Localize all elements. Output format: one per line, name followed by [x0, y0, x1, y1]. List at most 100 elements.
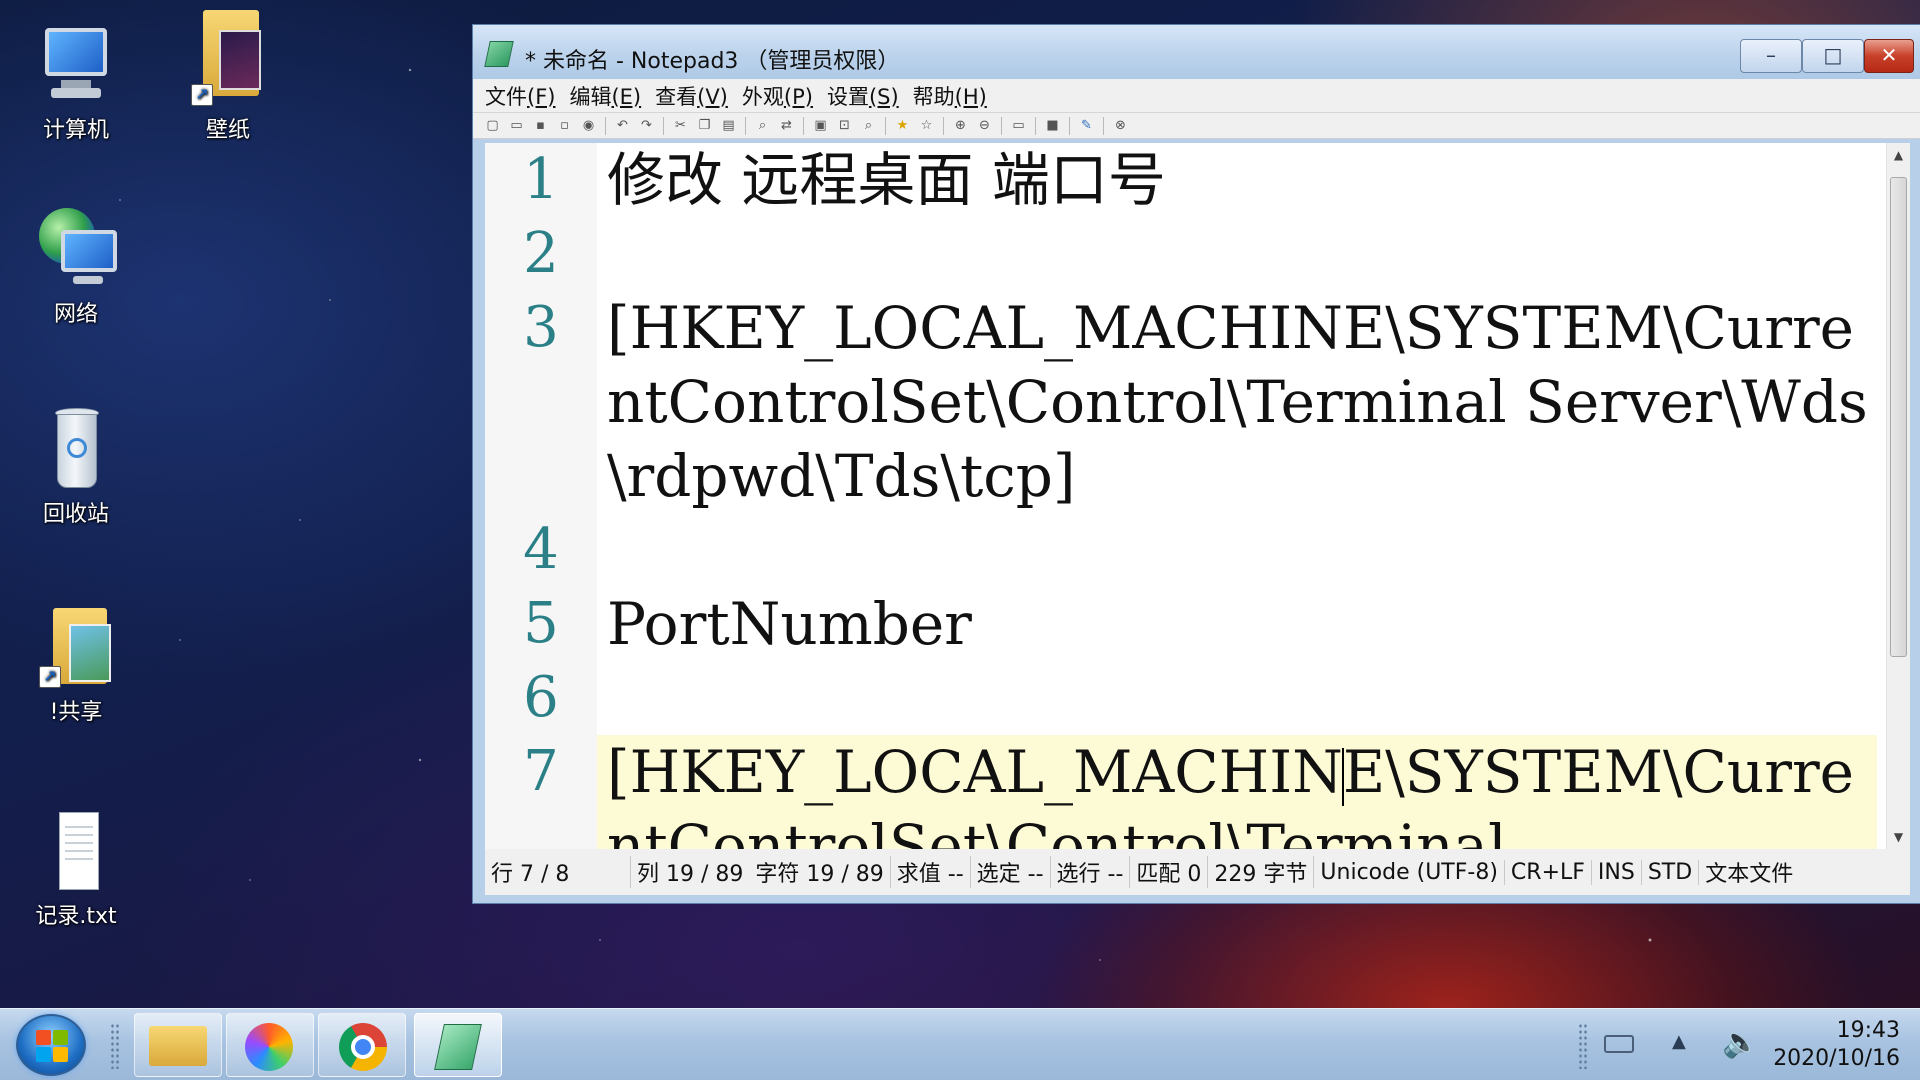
desktop-icon-text-file[interactable]: 记录.txt	[16, 808, 136, 930]
desktop-icon-label: 壁纸	[205, 118, 250, 143]
chrome-icon	[339, 1023, 387, 1071]
editor-line[interactable]: 5 PortNumber	[485, 587, 1901, 661]
status-file-type[interactable]: 文本文件	[1699, 856, 1799, 888]
copy-icon[interactable]: ❐	[695, 117, 714, 135]
zoom-in-icon[interactable]: ⊕	[951, 117, 970, 135]
cut-icon[interactable]: ✂	[671, 117, 690, 135]
customize-icon[interactable]: ■	[1043, 117, 1062, 135]
volume-icon[interactable]: 🔈	[1722, 1025, 1759, 1060]
redo-icon[interactable]: ↷	[637, 117, 656, 135]
desktop-icon-computer[interactable]: 计算机	[16, 22, 136, 144]
maximize-button[interactable]: □	[1802, 39, 1864, 73]
toolbar-separator	[803, 116, 804, 135]
keyboard-icon[interactable]	[1604, 1035, 1634, 1053]
vertical-scrollbar[interactable]: ▲ ▼	[1886, 143, 1910, 849]
scrollbar-thumb[interactable]	[1890, 177, 1907, 657]
search-icon[interactable]: ⌕	[859, 117, 878, 135]
find-next-icon[interactable]: ⊡	[835, 117, 854, 135]
shortcut-arrow-icon: ↗	[39, 666, 61, 688]
desktop-icon-wallpaper[interactable]: ↗ 壁纸	[168, 4, 288, 144]
menu-appearance[interactable]: 外观(P)	[742, 81, 813, 111]
recycle-bin-icon	[33, 406, 119, 492]
line-text[interactable]	[597, 513, 1877, 587]
menu-help[interactable]: 帮助(H)	[913, 81, 987, 111]
editor-line[interactable]: 4	[485, 513, 1901, 587]
word-wrap-icon[interactable]: ▣	[811, 117, 830, 135]
line-text[interactable]	[597, 217, 1877, 291]
tray-grip[interactable]	[1578, 1023, 1588, 1069]
zoom-out-icon[interactable]: ⊖	[975, 117, 994, 135]
status-encoding[interactable]: Unicode (UTF-8)	[1314, 859, 1505, 885]
close-button[interactable]: ✕	[1864, 39, 1914, 73]
save-icon[interactable]: ▪	[531, 117, 550, 135]
new-file-icon[interactable]: ▢	[483, 117, 502, 135]
desktop-icon-label: 回收站	[42, 502, 109, 527]
menu-edit[interactable]: 编辑(E)	[569, 81, 641, 111]
line-text[interactable]: 修改 远程桌面 端口号	[597, 143, 1877, 217]
save-as-icon[interactable]: ▫	[555, 117, 574, 135]
status-eol[interactable]: CR+LF	[1505, 859, 1592, 885]
line-text[interactable]: [HKEY_LOCAL_MACHINE\SYSTEM\CurrentContro…	[597, 735, 1877, 849]
editor-line-current[interactable]: 7 [HKEY_LOCAL_MACHINE\SYSTEM\CurrentCont…	[485, 735, 1901, 849]
system-clock[interactable]: 19:43 2020/10/16	[1773, 1017, 1900, 1073]
line-text[interactable]: [HKEY_LOCAL_MACHINE\SYSTEM\CurrentContro…	[597, 291, 1877, 513]
scroll-up-icon[interactable]: ▲	[1887, 143, 1910, 167]
taskbar-grip[interactable]	[110, 1023, 120, 1069]
desktop-icon-label: 计算机	[42, 118, 109, 143]
open-folder-icon[interactable]: ▭	[507, 117, 526, 135]
find-icon[interactable]: ⌕	[753, 117, 772, 135]
editor-line[interactable]: 2	[485, 217, 1901, 291]
toolbar-separator	[943, 116, 944, 135]
taskbar-chrome[interactable]	[318, 1013, 406, 1077]
browse-icon[interactable]: ◉	[579, 117, 598, 135]
editor-line[interactable]: 1 修改 远程桌面 端口号	[485, 143, 1901, 217]
desktop-icon-network[interactable]: 网络	[16, 206, 136, 328]
text-editor[interactable]: 1 修改 远程桌面 端口号 2 3 [HKEY_LOCAL_MACHINE\SY…	[485, 143, 1910, 849]
title-bar[interactable]: * 未命名 - Notepad3 （管理员权限） – □ ✕	[473, 25, 1920, 79]
line-number: 6	[523, 665, 559, 730]
menu-view[interactable]: 查看(V)	[655, 81, 728, 111]
scheme-icon[interactable]: ▭	[1009, 117, 1028, 135]
status-insert-mode[interactable]: INS	[1592, 859, 1642, 885]
line-number: 5	[523, 591, 559, 656]
scroll-down-icon[interactable]: ▼	[1887, 825, 1910, 849]
toolbar: ▢ ▭ ▪ ▫ ◉ ↶ ↷ ✂ ❐ ▤ ⌕ ⇄ ▣ ⊡ ⌕ ★ ☆ ⊕ ⊖ ▭ …	[473, 113, 1920, 139]
folder-shortcut-icon: ↗	[33, 604, 119, 690]
status-bytes: 229 字节	[1208, 856, 1315, 888]
menu-file[interactable]: 文件(F)	[485, 81, 555, 111]
windows-logo-icon	[36, 1030, 70, 1064]
status-std[interactable]: STD	[1642, 859, 1700, 885]
pin-icon[interactable]: ✎	[1077, 117, 1096, 135]
line-text[interactable]	[597, 661, 1877, 735]
line-text-before-caret: [HKEY_LOCAL_MACHIN	[607, 738, 1343, 806]
start-button[interactable]	[16, 1014, 86, 1076]
toolbar-separator	[605, 116, 606, 135]
show-hidden-icons-icon[interactable]: ▲	[1672, 1031, 1686, 1052]
minimize-button[interactable]: –	[1740, 39, 1802, 73]
status-bar: 行 7 / 8 列 19 / 89 字符 19 / 89 求值 -- 选定 --…	[485, 849, 1910, 895]
status-calc[interactable]: 求值 --	[891, 856, 971, 888]
taskbar-notepad3[interactable]	[414, 1013, 502, 1077]
notepad3-window[interactable]: * 未命名 - Notepad3 （管理员权限） – □ ✕ 文件(F) 编辑(…	[472, 24, 1920, 904]
status-column: 列 19 / 89	[637, 862, 744, 887]
editor-line[interactable]: 6	[485, 661, 1901, 735]
favorite-icon[interactable]: ★	[893, 117, 912, 135]
clock-time: 19:43	[1836, 1018, 1900, 1043]
taskbar-explorer[interactable]	[134, 1013, 222, 1077]
desktop-icon-share[interactable]: ↗ !共享	[16, 604, 136, 726]
menu-settings[interactable]: 设置(S)	[827, 81, 899, 111]
line-number: 1	[523, 147, 559, 212]
add-favorite-icon[interactable]: ☆	[917, 117, 936, 135]
editor-lines: 1 修改 远程桌面 端口号 2 3 [HKEY_LOCAL_MACHINE\SY…	[485, 143, 1901, 849]
folder-icon	[149, 1026, 207, 1066]
editor-line[interactable]: 3 [HKEY_LOCAL_MACHINE\SYSTEM\CurrentCont…	[485, 291, 1901, 513]
undo-icon[interactable]: ↶	[613, 117, 632, 135]
paste-icon[interactable]: ▤	[719, 117, 738, 135]
shortcut-arrow-icon: ↗	[191, 84, 213, 106]
line-text[interactable]: PortNumber	[597, 587, 1877, 661]
exit-icon[interactable]: ⊗	[1111, 117, 1130, 135]
replace-icon[interactable]: ⇄	[777, 117, 796, 135]
desktop-icon-recycle-bin[interactable]: 回收站	[16, 406, 136, 528]
line-number: 4	[523, 517, 559, 582]
taskbar-360-browser[interactable]	[226, 1013, 314, 1077]
